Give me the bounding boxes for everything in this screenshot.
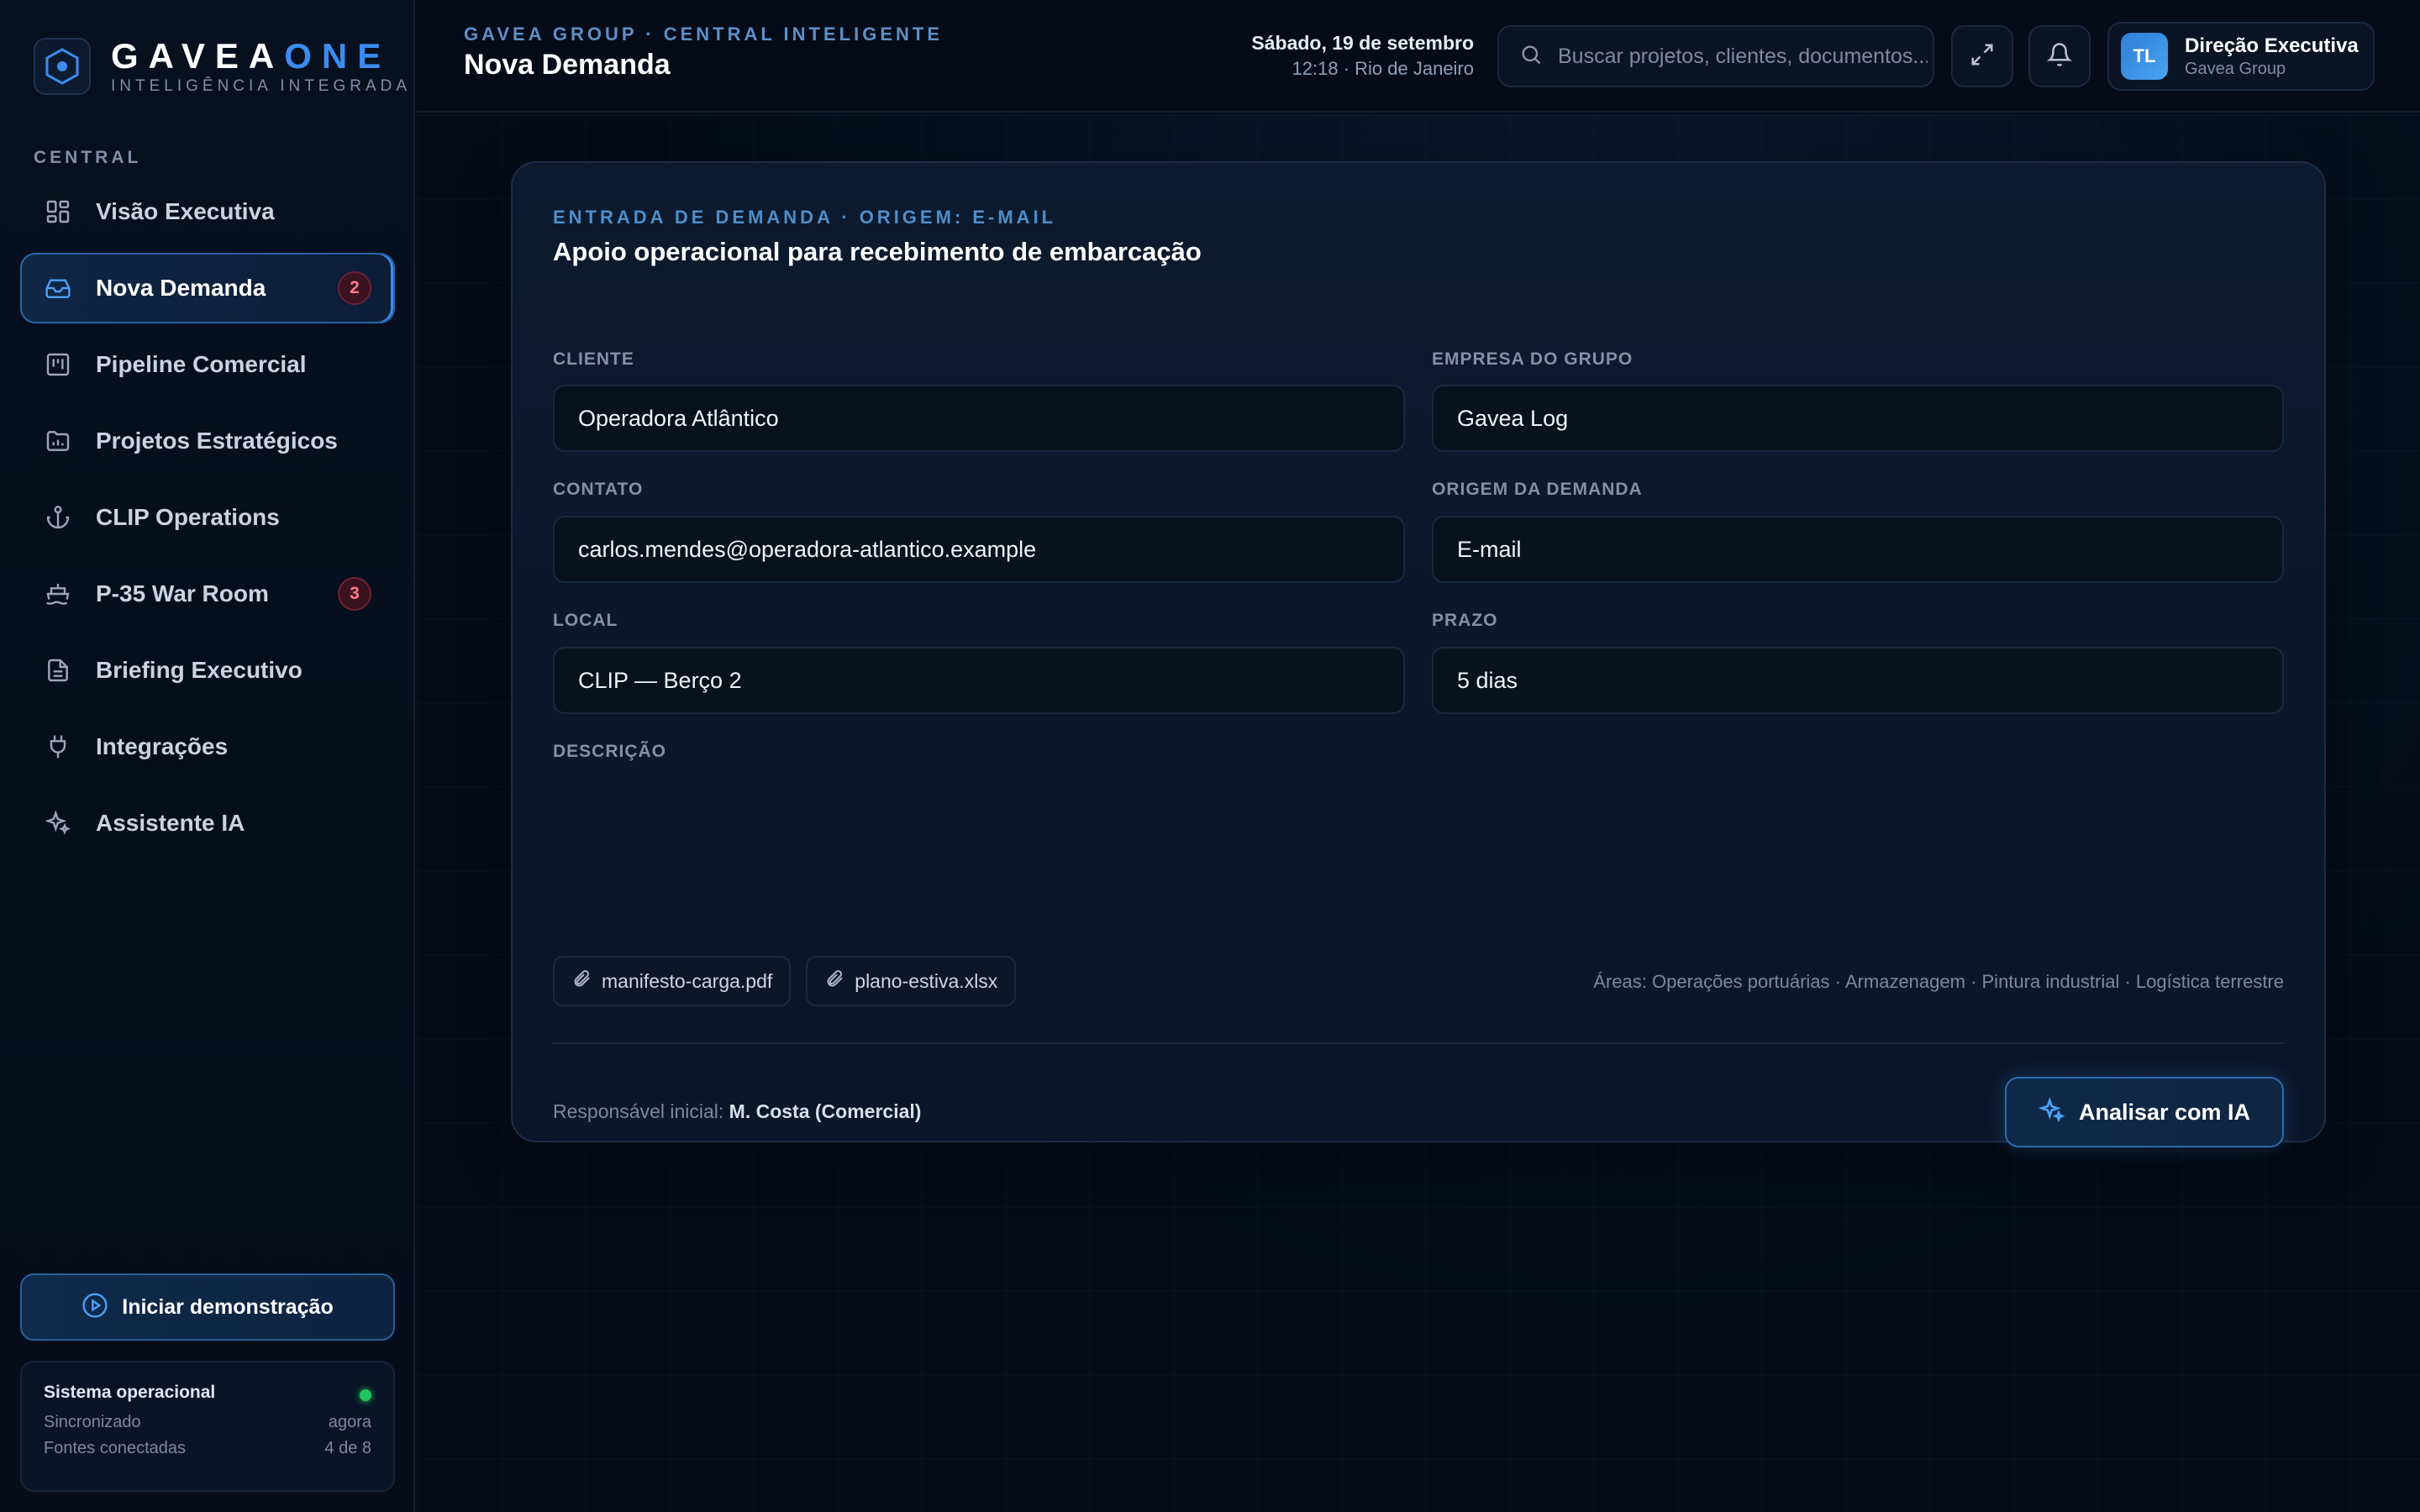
notifications-button[interactable] [2028,25,2091,87]
contato-label: CONTATO [553,480,644,499]
datetime: Sábado, 19 de setembro 12:18 · Rio de Ja… [1251,32,1474,80]
sidebar-item-label: Integrações [96,733,229,759]
divider [553,1042,2284,1044]
sidebar-item-label: Projetos Estratégicos [96,428,338,454]
sidebar-item-label: Pipeline Comercial [96,351,307,377]
avatar: TL [2121,33,2168,80]
descricao-label: DESCRIÇÃO [553,742,667,761]
plug-icon [44,732,72,761]
status-title: Sistema operacional [44,1383,216,1402]
start-demo-button[interactable]: Iniciar demonstração [20,1273,395,1341]
attachment-name: plano-estiva.xlsx [855,969,998,992]
brand-name: GAVEAONE [111,36,392,76]
start-demo-label: Iniciar demonstração [122,1294,334,1319]
sidebar-item-p35-war-room[interactable]: P-35 War Room 3 [20,559,395,629]
origem-label: ORIGEM DA DEMANDA [1432,480,1643,499]
play-icon [82,1292,108,1323]
user-org: Gavea Group [2185,59,2286,78]
system-status-card: Sistema operacional Sincronizado agora F… [20,1361,395,1492]
user-menu[interactable]: TL Direção Executiva Gavea Group [2107,22,2375,91]
origem-field[interactable]: E-mail [1432,516,2284,583]
prazo-label: PRAZO [1432,611,1498,630]
sidebar-item-briefing-executivo[interactable]: Briefing Executivo [20,635,395,706]
sidebar: GAVEAONE INTELIGÊNCIA INTEGRADA CENTRAL … [0,0,415,1512]
sidebar-item-assistente-ia[interactable]: Assistente IA [20,788,395,858]
analyze-button-label: Analisar com IA [2078,1099,2251,1125]
attachment-chip[interactable]: plano-estiva.xlsx [806,956,1017,1006]
analyze-with-ai-button[interactable]: Analisar com IA [2005,1077,2284,1147]
sidebar-item-label: P-35 War Room [96,580,269,606]
sidebar-item-clip-operations[interactable]: CLIP Operations [20,482,395,553]
breadcrumb: GAVEA GROUP · CENTRAL INTELIGENTE [464,24,943,45]
status-row-value: 4 de 8 [324,1439,371,1457]
status-row-label: Fontes conectadas [44,1439,186,1457]
sidebar-item-label: Visão Executiva [96,198,275,224]
status-row-label: Sincronizado [44,1413,141,1431]
sidebar-item-nova-demanda[interactable]: Nova Demanda 2 [20,253,395,323]
status-row: Sincronizado agora [44,1413,371,1432]
cliente-field[interactable]: Operadora Atlântico [553,385,1405,452]
dashboard-icon [44,197,72,226]
status-row-value: agora [328,1413,371,1431]
page-title: Nova Demanda [464,49,671,81]
prazo-field[interactable]: 5 dias [1432,647,2284,714]
bell-icon [2046,42,2073,71]
kanban-icon [44,350,72,379]
ship-icon [44,580,72,608]
form-title: Apoio operacional para recebimento de em… [553,237,1202,266]
inbox-icon [44,274,72,302]
current-time: 12:18 · Rio de Janeiro [1292,58,1474,79]
form-eyebrow: ENTRADA DE DEMANDA · ORIGEM: E-MAIL [553,207,1057,228]
sidebar-item-label: Briefing Executivo [96,657,302,683]
sparkles-icon [44,809,72,837]
hexagon-logo-icon [34,38,91,95]
local-label: LOCAL [553,611,618,630]
sidebar-item-projetos-estrategicos[interactable]: Projetos Estratégicos [20,406,395,476]
paperclip-icon [824,969,844,994]
sidebar-item-integracoes[interactable]: Integrações [20,711,395,782]
topbar: GAVEA GROUP · CENTRAL INTELIGENTE Nova D… [417,0,2420,113]
brand-tagline: INTELIGÊNCIA INTEGRADA [111,77,412,95]
sparkles-icon [2038,1096,2065,1128]
local-field[interactable]: CLIP — Berço 2 [553,647,1405,714]
search-box[interactable] [1497,25,1934,87]
fullscreen-button[interactable] [1951,25,2013,87]
folder-chart-icon [44,427,72,455]
brand[interactable]: GAVEAONE INTELIGÊNCIA INTEGRADA [34,37,411,96]
search-input[interactable] [1558,44,1928,69]
empresa-label: EMPRESA DO GRUPO [1432,349,1634,369]
sidebar-item-label: Assistente IA [96,810,245,836]
cliente-label: CLIENTE [553,349,634,369]
status-indicator [360,1389,371,1401]
demand-form-card: ENTRADA DE DEMANDA · ORIGEM: E-MAIL Apoi… [511,161,2326,1147]
areas-text: Áreas: Operações portuárias · Armazenage… [1593,971,2284,992]
attachment-chip[interactable]: manifesto-carga.pdf [553,956,792,1006]
expand-icon [1970,42,1995,71]
document-icon [44,656,72,685]
sidebar-item-pipeline-comercial[interactable]: Pipeline Comercial [20,329,395,400]
responsavel-value: M. Costa (Comercial) [729,1100,922,1122]
notification-badge: 3 [338,577,371,611]
sidebar-nav: Visão Executiva Nova Demanda 2 Pipeline … [20,176,395,864]
contato-field[interactable]: carlos.mendes@operadora-atlantico.exampl… [553,516,1405,583]
responsavel-label: Responsável inicial: [553,1100,724,1122]
attachment-name: manifesto-carga.pdf [602,969,773,992]
notification-badge: 2 [338,271,371,305]
current-date: Sábado, 19 de setembro [1251,32,1474,54]
sidebar-item-visao-executiva[interactable]: Visão Executiva [20,176,395,247]
anchor-icon [44,503,72,532]
sidebar-item-label: Nova Demanda [96,275,266,301]
attachments: manifesto-carga.pdf plano-estiva.xlsx [553,956,1031,1006]
main-content: ENTRADA DE DEMANDA · ORIGEM: E-MAIL Apoi… [417,114,2420,1512]
sidebar-item-label: CLIP Operations [96,504,280,530]
status-row: Fontes conectadas 4 de 8 [44,1439,371,1458]
search-icon [1519,43,1543,71]
user-name: Direção Executiva [2185,34,2359,57]
empresa-field[interactable]: Gavea Log [1432,385,2284,452]
descricao-textarea[interactable] [553,773,2284,932]
responsavel-text: Responsável inicial: M. Costa (Comercial… [553,1100,921,1123]
paperclip-icon [571,969,592,994]
nav-section-label: CENTRAL [34,148,142,167]
